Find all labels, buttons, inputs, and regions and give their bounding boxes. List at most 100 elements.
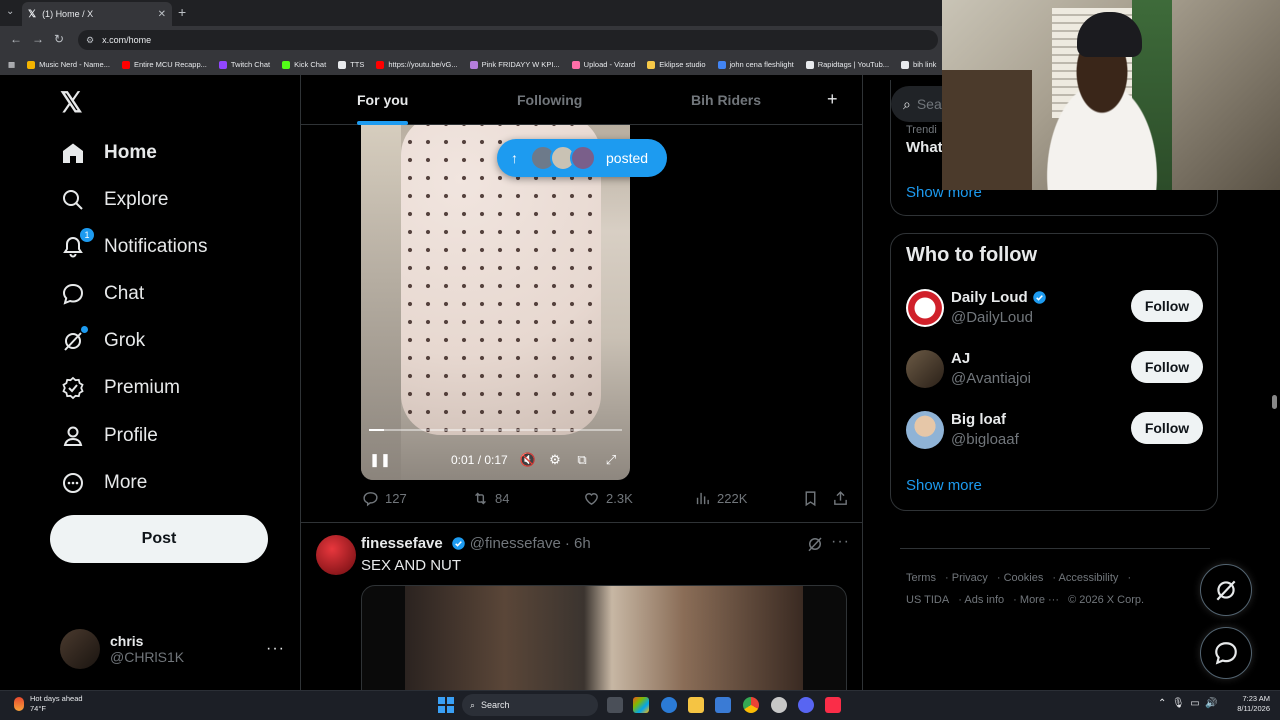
bookmark-item[interactable]: Kick Chat	[282, 60, 326, 69]
nav-explore[interactable]: Explore	[60, 180, 168, 220]
nav-home[interactable]: Home	[60, 133, 157, 173]
account-switcher[interactable]: chris @CHRlS1K ···	[60, 628, 285, 670]
store-icon[interactable]	[715, 697, 731, 713]
follow-button[interactable]: Follow	[1131, 412, 1203, 444]
bookmark-label: Rapidtags | YouTub...	[817, 60, 890, 69]
reload-icon[interactable]: ↻	[54, 32, 64, 46]
settings-icon[interactable]: ⚙	[546, 451, 564, 469]
site-info-icon[interactable]: ⚙	[86, 35, 94, 46]
search-input[interactable]: ⌕ Sea	[891, 86, 946, 122]
bookmark-item[interactable]: john cena fleshlight	[717, 60, 794, 69]
new-posts-pill[interactable]: ↑ posted	[497, 139, 667, 177]
follow-suggestion[interactable]: Daily Loud @DailyLoud Follow	[906, 289, 1206, 329]
nav-premium[interactable]: Premium	[60, 368, 180, 408]
fullscreen-icon[interactable]: ⤢	[602, 451, 620, 469]
new-tab-button[interactable]: +	[178, 4, 186, 20]
post-author-name[interactable]: finessefave	[361, 535, 443, 552]
footer-terms-link[interactable]: Terms	[906, 572, 936, 584]
bookmark-item[interactable]: Eklipse studio	[647, 60, 706, 69]
file-explorer-icon[interactable]	[688, 697, 704, 713]
settings-icon[interactable]	[771, 697, 787, 713]
bookmark-item[interactable]: bih link	[901, 60, 936, 69]
back-icon[interactable]: ←	[10, 32, 22, 46]
x-logo-icon[interactable]: 𝕏	[60, 86, 83, 119]
video-progress-bar[interactable]	[369, 429, 622, 431]
account-more-icon[interactable]: ···	[266, 640, 285, 658]
follow-suggestion[interactable]: Big loaf @bigloaaf Follow	[906, 411, 1206, 451]
scrollbar[interactable]	[1272, 395, 1277, 409]
follow-suggestion[interactable]: AJ @Avantiajoi Follow	[906, 350, 1206, 390]
footer-cookies-link[interactable]: Cookies	[1004, 572, 1044, 584]
address-bar[interactable]: ⚙ x.com/home	[78, 30, 938, 50]
post-time: · 6h	[564, 535, 591, 552]
grok-icon[interactable]	[806, 535, 824, 553]
bookmark-item[interactable]: Music Nerd - Name...	[27, 60, 110, 69]
windows-start-icon[interactable]	[438, 697, 454, 713]
repost-button[interactable]: 84	[471, 489, 509, 507]
trend-title[interactable]: What	[906, 139, 943, 156]
clock-time: 7:23 AM	[1242, 694, 1270, 703]
bookmark-button[interactable]	[801, 489, 825, 507]
nav-notifications[interactable]: 1 Notifications	[60, 227, 208, 267]
footer-accessibility-link[interactable]: Accessibility	[1059, 572, 1119, 584]
task-view-icon[interactable]	[607, 697, 623, 713]
system-tray[interactable]: ⌃ 🎙 ▭ 🔊	[1158, 698, 1218, 709]
browser-tab-active[interactable]: 𝕏 (1) Home / X ✕	[22, 2, 172, 26]
forward-icon[interactable]: →	[32, 32, 44, 46]
follow-button[interactable]: Follow	[1131, 351, 1203, 383]
bookmark-item[interactable]: Pink FRIDAYY W KPI...	[469, 60, 560, 69]
footer-privacy-link[interactable]: Privacy	[952, 572, 988, 584]
clock[interactable]: 7:23 AM 8/11/2026	[1230, 694, 1270, 714]
share-button[interactable]	[831, 489, 855, 507]
tab-search-button[interactable]: ⌄	[6, 6, 14, 17]
tab-close-icon[interactable]: ✕	[158, 9, 166, 20]
bookmark-item[interactable]: Twitch Chat	[218, 60, 270, 69]
nav-notifications-label: Notifications	[104, 236, 208, 257]
bookmark-item[interactable]: Upload - Vizard	[571, 60, 635, 69]
bookmark-item[interactable]: TTS	[338, 60, 364, 69]
tab-for-you[interactable]: For you	[357, 75, 409, 125]
nav-grok[interactable]: Grok	[60, 321, 145, 361]
follow-show-more-link[interactable]: Show more	[906, 477, 982, 494]
footer-more-link[interactable]: More ···	[1020, 594, 1059, 606]
mute-icon[interactable]: 🔇	[519, 451, 537, 469]
footer-ads-info-link[interactable]: Ads info	[964, 594, 1004, 606]
pause-icon[interactable]: ❚❚	[369, 451, 391, 469]
tab-following[interactable]: Following	[517, 75, 582, 125]
copilot-icon[interactable]	[633, 697, 649, 713]
nav-more[interactable]: More	[60, 463, 147, 503]
post-button[interactable]: Post	[50, 515, 268, 563]
music-icon[interactable]	[825, 697, 841, 713]
apps-icon[interactable]: ▦	[8, 60, 15, 69]
edge-icon[interactable]	[661, 697, 677, 713]
weather-widget[interactable]: Hot days ahead 74°F	[14, 694, 83, 714]
like-button[interactable]: 2.3K	[582, 489, 633, 507]
taskbar-search[interactable]: ⌕ Search	[462, 694, 598, 716]
post[interactable]: finessefave @finessefave · 6h SEX AND NU…	[301, 523, 862, 690]
follow-button[interactable]: Follow	[1131, 290, 1203, 322]
pip-icon[interactable]: ⧉	[573, 451, 591, 469]
post-author-handle[interactable]: @finessefave	[470, 535, 561, 552]
bookmark-item[interactable]: Entire MCU Recapp...	[121, 60, 207, 69]
footer-tida-link[interactable]: US TIDA	[906, 594, 949, 606]
chat-fab-button[interactable]	[1200, 627, 1252, 679]
grok-fab-button[interactable]	[1200, 564, 1252, 616]
reply-button[interactable]: 127	[361, 489, 407, 507]
nav-profile[interactable]: Profile	[60, 416, 158, 456]
suggestion-name-text: AJ	[951, 350, 971, 367]
post-more-icon[interactable]: ···	[831, 533, 850, 551]
nav-chat[interactable]: Chat	[60, 274, 144, 314]
bookmark-favicon-icon	[901, 60, 910, 69]
chrome-icon[interactable]	[743, 697, 759, 713]
tab-bih-riders[interactable]: Bih Riders	[691, 75, 761, 125]
add-tab-icon[interactable]: +	[827, 89, 838, 110]
bookmark-item[interactable]: Rapidtags | YouTub...	[805, 60, 890, 69]
discord-icon[interactable]	[798, 697, 814, 713]
avatar[interactable]	[316, 535, 356, 575]
views-button[interactable]: 222K	[693, 489, 747, 507]
video-player[interactable]: ❚❚ 0:01 / 0:17 🔇 ⚙ ⧉ ⤢	[361, 125, 630, 480]
post-media[interactable]	[361, 585, 847, 690]
bookmarks-bar: ▦ Music Nerd - Name... Entire MCU Recapp.…	[0, 54, 945, 75]
bookmark-icon	[801, 489, 819, 507]
bookmark-item[interactable]: https://youtu.be/vG...	[376, 60, 458, 69]
